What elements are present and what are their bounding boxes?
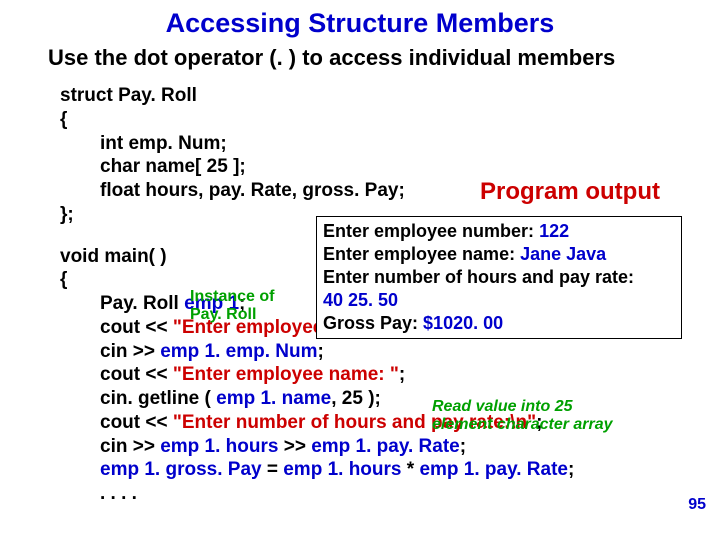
page-number: 95 bbox=[688, 496, 706, 514]
output-line-2: Enter employee name: Jane Java bbox=[323, 243, 675, 266]
read-annotation: Read value into 25 element character arr… bbox=[432, 398, 613, 435]
program-output-label: Program output bbox=[480, 178, 660, 206]
struct-member-2: char name[ 25 ]; bbox=[60, 155, 574, 179]
struct-decl: struct Pay. Roll bbox=[60, 84, 574, 108]
output-line-3: Enter number of hours and pay rate: bbox=[323, 266, 675, 289]
slide-subtitle: Use the dot operator (. ) to access indi… bbox=[0, 39, 720, 71]
instance-annotation: Instance of Pay. Roll bbox=[190, 288, 274, 325]
struct-member-1: int emp. Num; bbox=[60, 132, 574, 156]
output-line-1: Enter employee number: 122 bbox=[323, 220, 675, 243]
code-line-8: emp 1. gross. Pay = emp 1. hours * emp 1… bbox=[60, 458, 574, 482]
output-line-5: Gross Pay: $1020. 00 bbox=[323, 312, 675, 335]
program-output-box: Enter employee number: 122 Enter employe… bbox=[316, 216, 682, 339]
output-line-4: 40 25. 50 bbox=[323, 289, 675, 312]
code-line-4: cout << "Enter employee name: "; bbox=[60, 363, 574, 387]
struct-open: { bbox=[60, 108, 574, 132]
code-line-3: cin >> emp 1. emp. Num; bbox=[60, 340, 574, 364]
code-dots: . . . . bbox=[60, 482, 574, 506]
slide-title: Accessing Structure Members bbox=[0, 0, 720, 39]
code-line-7: cin >> emp 1. hours >> emp 1. pay. Rate; bbox=[60, 435, 574, 459]
